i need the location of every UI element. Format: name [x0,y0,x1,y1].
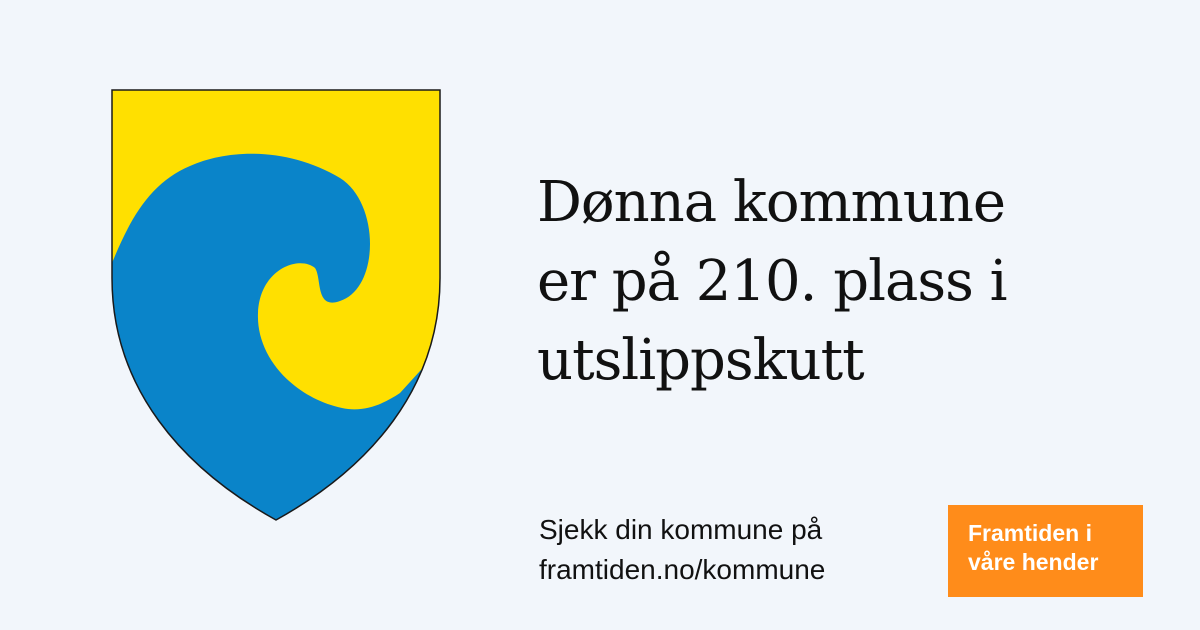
headline: Dønna kommune er på 210. plass i utslipp… [537,163,1177,400]
brand-badge-line-1: Framtiden i [968,520,1092,546]
cta-link[interactable]: framtiden.no/kommune [539,550,825,590]
headline-line-3: utslippskutt [537,328,865,393]
headline-line-2: er på 210. plass i [537,249,1008,314]
brand-badge: Framtiden i våre hender [948,505,1143,597]
headline-line-1: Dønna kommune [537,170,1006,235]
coat-of-arms-icon [111,89,441,521]
cta-text: Sjekk din kommune på framtiden.no/kommun… [539,510,825,590]
brand-badge-line-2: våre hender [968,549,1099,575]
cta-line-1: Sjekk din kommune på [539,514,823,545]
